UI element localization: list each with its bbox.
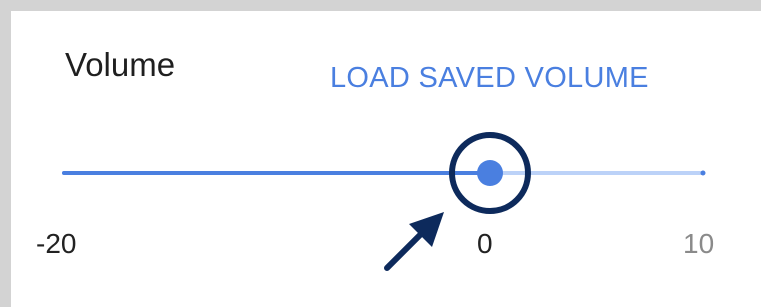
- pointer-arrow-icon: [384, 212, 444, 271]
- slider-min-label: -20: [36, 228, 77, 259]
- slider-track-end-dot: [700, 170, 706, 176]
- slider-current-value-label: 0: [477, 228, 493, 259]
- slider-max-label: 10: [683, 228, 715, 259]
- slider-thumb[interactable]: [477, 160, 503, 186]
- volume-slider[interactable]: [0, 0, 761, 307]
